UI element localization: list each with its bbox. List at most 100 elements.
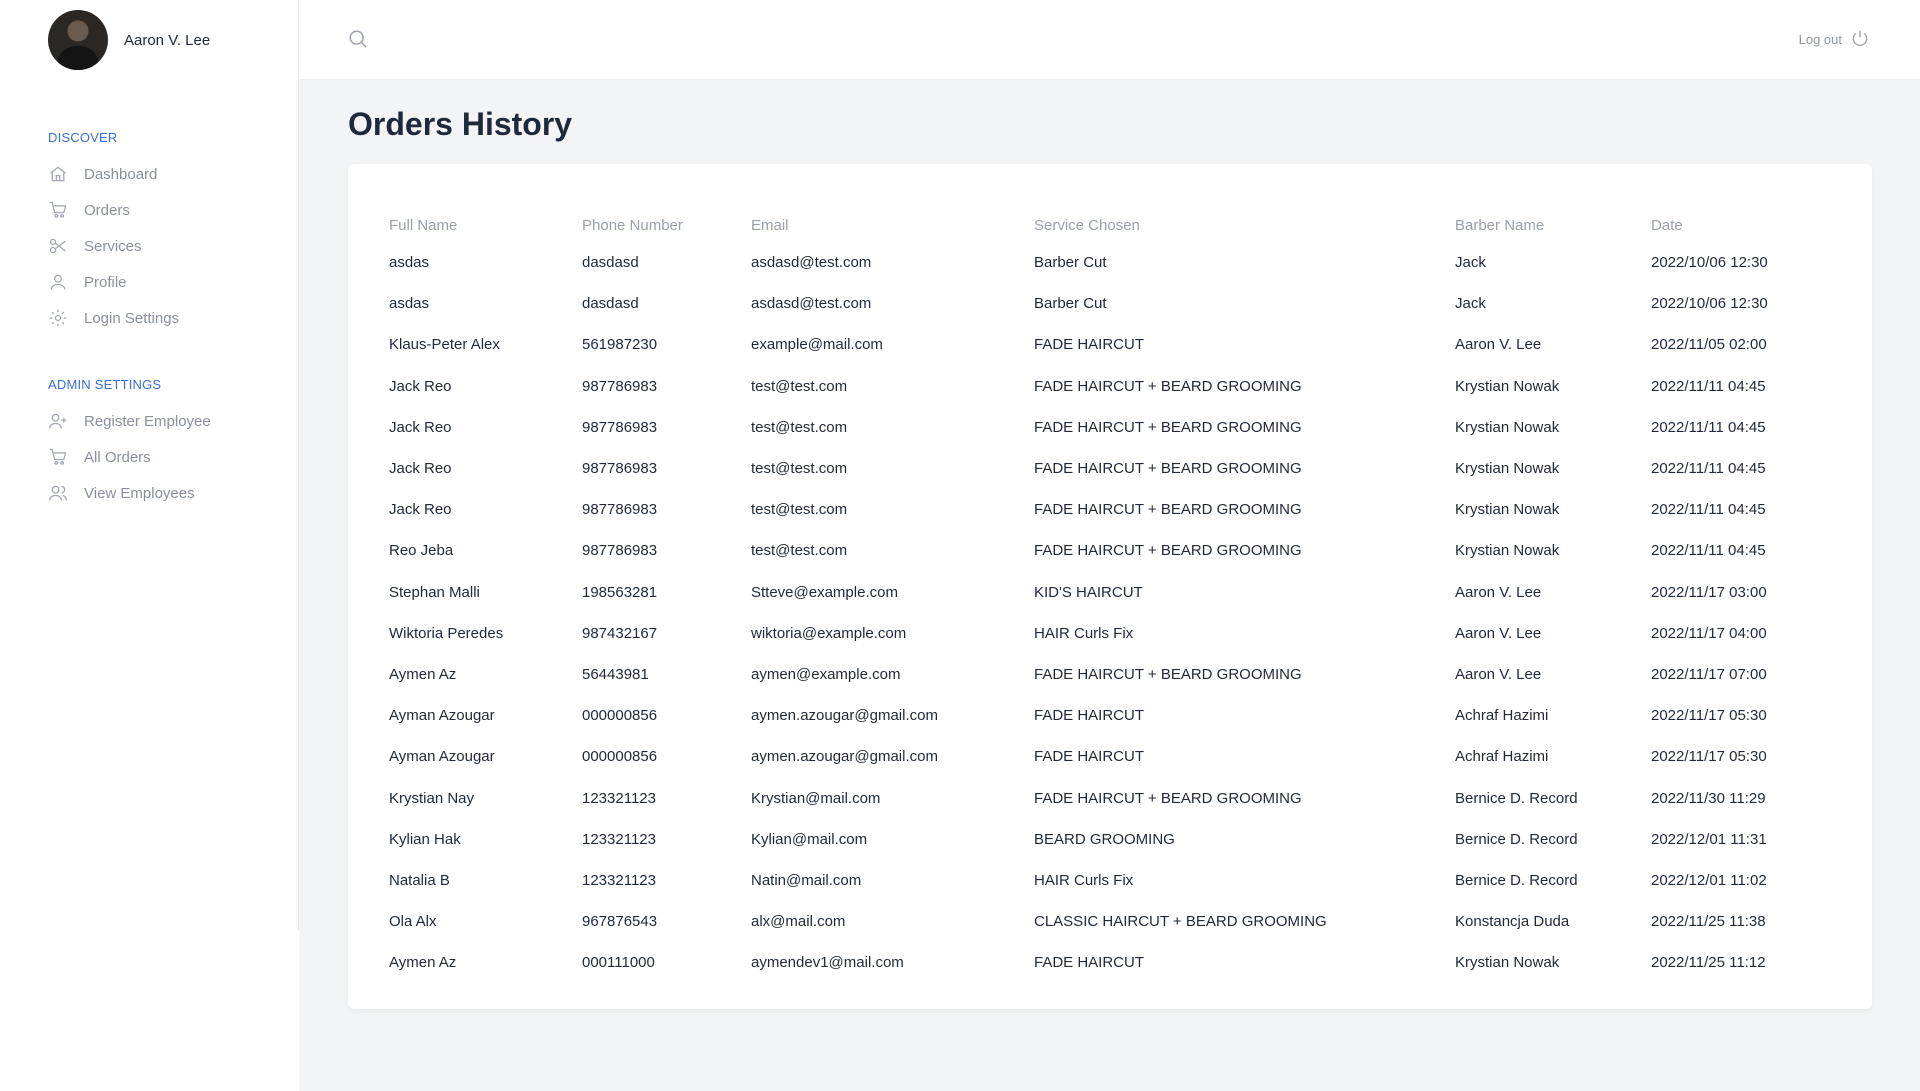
- user-icon: [48, 272, 68, 292]
- sidebar-item-orders[interactable]: Orders: [48, 192, 179, 228]
- table-row[interactable]: Wiktoria Peredes 987432167 wiktoria@exampl…: [389, 613, 1811, 654]
- cell-service-chosen: FADE HAIRCUT + BEARD GROOMING: [1034, 418, 1302, 436]
- scissors-icon: [48, 236, 68, 256]
- cell-service-chosen: HAIR Curls Fix: [1034, 624, 1134, 642]
- user-name: Aaron V. Lee: [124, 31, 211, 49]
- cell-barber-name: Krystian Nowak: [1455, 418, 1560, 436]
- avatar[interactable]: [48, 10, 108, 70]
- cell-phone-number: 000111000: [582, 954, 655, 972]
- cell-full-name: Aymen Az: [389, 954, 457, 972]
- cell-email: aymen.azougar@gmail.com: [751, 707, 938, 725]
- users-icon: [48, 483, 68, 503]
- cell-barber-name: Bernice D. Record: [1455, 830, 1578, 848]
- logout-label: Log out: [1798, 32, 1842, 47]
- main-content: Orders History Full Name Phone Number Em…: [299, 80, 1920, 1091]
- table-row[interactable]: asdas dasdasd asdasd@test.com Barber Cut Jac…: [389, 283, 1811, 324]
- cell-email: alx@mail.com: [751, 913, 846, 931]
- orders-table: Full Name Phone Number Email Service Cho…: [389, 208, 1811, 983]
- column-header-date: Date: [1651, 216, 1683, 234]
- table-row[interactable]: Reo Jeba 987786983 test@test.com FADE HAIRC…: [389, 530, 1811, 571]
- sidebar-item-profile[interactable]: Profile: [48, 264, 179, 300]
- column-header-service-chosen: Service Chosen: [1034, 216, 1140, 234]
- table-row[interactable]: Jack Reo 987786983 test@test.com FADE HAIRC…: [389, 448, 1811, 489]
- cell-email: Krystian@mail.com: [751, 789, 881, 807]
- cell-full-name: Jack Reo: [389, 377, 452, 395]
- cell-date: 2022/11/17 03:00: [1651, 583, 1767, 601]
- cell-barber-name: Bernice D. Record: [1455, 871, 1578, 889]
- cell-service-chosen: BEARD GROOMING: [1034, 830, 1175, 848]
- cart-icon: [48, 200, 68, 220]
- cell-barber-name: Jack: [1455, 254, 1486, 272]
- table-row[interactable]: Kylian Hak 123321123 Kylian@mail.com BEARD …: [389, 819, 1811, 860]
- cell-phone-number: 987786983: [582, 501, 658, 519]
- sidebar-item-services[interactable]: Services: [48, 228, 179, 264]
- sidebar-item-label: Register Employee: [84, 412, 211, 430]
- column-header-full-name: Full Name: [389, 216, 458, 234]
- table-row[interactable]: Jack Reo 987786983 test@test.com FADE HAIRC…: [389, 407, 1811, 448]
- cell-phone-number: 000000856: [582, 707, 658, 725]
- sidebar-item-login-settings[interactable]: Login Settings: [48, 300, 179, 336]
- table-row[interactable]: Jack Reo 987786983 test@test.com FADE HAIRC…: [389, 366, 1811, 407]
- table-row[interactable]: Aymen Az 000111000 aymendev1@mail.com FADE …: [389, 942, 1811, 983]
- cell-barber-name: Aaron V. Lee: [1455, 665, 1542, 683]
- search-icon[interactable]: [347, 28, 369, 50]
- cell-date: 2022/11/11 04:45: [1651, 542, 1766, 560]
- cell-date: 2022/11/25 11:38: [1651, 913, 1766, 931]
- page-title: Orders History: [348, 106, 573, 142]
- table-row[interactable]: Natalia B 123321123 Natin@mail.com HAIR Cur…: [389, 860, 1811, 901]
- cell-full-name: asdas: [389, 254, 430, 272]
- sidebar-item-view-employees[interactable]: View Employees: [48, 475, 211, 511]
- cell-email: test@test.com: [751, 460, 848, 478]
- table-row[interactable]: Krystian Nay 123321123 Krystian@mail.com FA…: [389, 777, 1811, 818]
- cell-date: 2022/11/11 04:45: [1651, 377, 1766, 395]
- sidebar-item-label: All Orders: [84, 448, 151, 466]
- cell-email: aymen.azougar@gmail.com: [751, 748, 938, 766]
- table-row[interactable]: Ola Alx 967876543 alx@mail.com CLASSIC HAIR…: [389, 901, 1811, 942]
- user-profile[interactable]: Aaron V. Lee: [48, 10, 210, 70]
- cell-service-chosen: FADE HAIRCUT: [1034, 707, 1145, 725]
- cell-service-chosen: FADE HAIRCUT + BEARD GROOMING: [1034, 542, 1302, 560]
- cell-service-chosen: FADE HAIRCUT + BEARD GROOMING: [1034, 460, 1302, 478]
- sidebar-item-label: Services: [84, 237, 142, 255]
- cell-date: 2022/11/17 07:00: [1651, 665, 1767, 683]
- cell-service-chosen: FADE HAIRCUT + BEARD GROOMING: [1034, 501, 1302, 519]
- cell-phone-number: 967876543: [582, 913, 658, 931]
- logout-button[interactable]: Log out: [1799, 28, 1870, 51]
- home-icon: [48, 164, 68, 184]
- table-row[interactable]: Jack Reo 987786983 test@test.com FADE HAIRC…: [389, 489, 1811, 530]
- cell-date: 2022/11/11 04:45: [1651, 418, 1766, 436]
- cell-date: 2022/11/30 11:29: [1651, 789, 1766, 807]
- cell-barber-name: Krystian Nowak: [1455, 542, 1560, 560]
- table-row[interactable]: Aymen Az 56443981 aymen@example.com FADE HA…: [389, 654, 1811, 695]
- cell-service-chosen: FADE HAIRCUT: [1034, 954, 1145, 972]
- cell-full-name: Jack Reo: [389, 418, 452, 436]
- sidebar-item-all-orders[interactable]: All Orders: [48, 439, 211, 475]
- cell-email: example@mail.com: [751, 336, 883, 354]
- table-row[interactable]: Ayman Azougar 000000856 aymen.azougar@gmai…: [389, 695, 1811, 736]
- cell-date: 2022/11/05 02:00: [1651, 336, 1767, 354]
- cart-icon: [48, 447, 68, 467]
- cell-barber-name: Krystian Nowak: [1455, 954, 1560, 972]
- cell-date: 2022/10/06 12:30: [1651, 295, 1768, 313]
- cell-phone-number: 198563281: [582, 583, 658, 601]
- cell-barber-name: Aaron V. Lee: [1455, 336, 1542, 354]
- table-row[interactable]: Stephan Malli 198563281 Stteve@example.com…: [389, 572, 1811, 613]
- cell-service-chosen: FADE HAIRCUT + BEARD GROOMING: [1034, 665, 1302, 683]
- cell-email: Kylian@mail.com: [751, 830, 868, 848]
- cell-full-name: Klaus-Peter Alex: [389, 336, 500, 354]
- cell-barber-name: Jack: [1455, 295, 1486, 313]
- sidebar-item-label: Login Settings: [84, 309, 180, 327]
- table-row[interactable]: asdas dasdasd asdasd@test.com Barber Cut Jac…: [389, 242, 1811, 283]
- cell-phone-number: dasdasd: [582, 295, 639, 313]
- sidebar-item-register-employee[interactable]: Register Employee: [48, 403, 211, 439]
- cell-barber-name: Bernice D. Record: [1455, 789, 1578, 807]
- sidebar-item-label: View Employees: [84, 484, 195, 502]
- cell-service-chosen: FADE HAIRCUT + BEARD GROOMING: [1034, 789, 1302, 807]
- cell-full-name: Ola Alx: [389, 913, 437, 931]
- cell-email: aymendev1@mail.com: [751, 954, 904, 972]
- table-row[interactable]: Klaus-Peter Alex 561987230 example@mail.co…: [389, 324, 1811, 365]
- table-row[interactable]: Ayman Azougar 000000856 aymen.azougar@gmai…: [389, 736, 1811, 777]
- sidebar-item-label: Profile: [84, 273, 127, 291]
- sidebar-item-dashboard[interactable]: Dashboard: [48, 156, 179, 192]
- cell-email: test@test.com: [751, 542, 848, 560]
